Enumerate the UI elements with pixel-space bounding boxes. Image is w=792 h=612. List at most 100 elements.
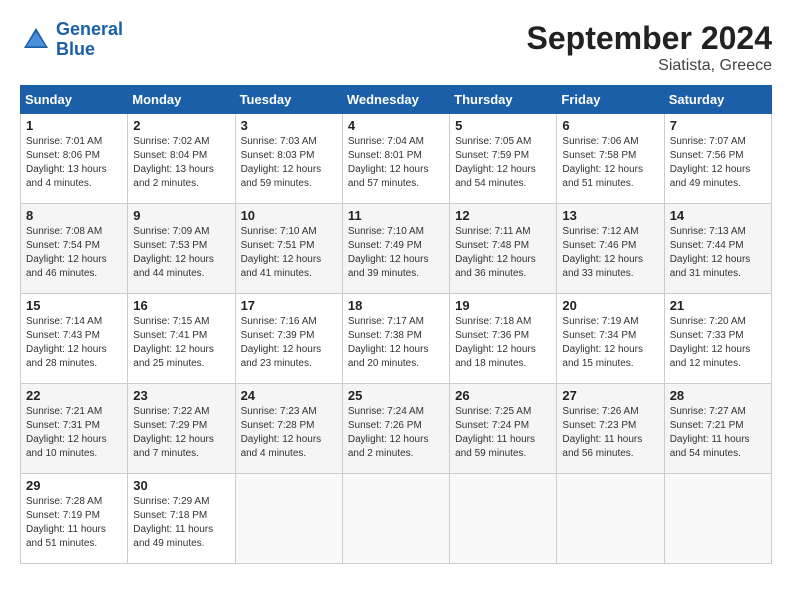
day-detail: Sunrise: 7:15 AM Sunset: 7:41 PM Dayligh… (133, 315, 229, 371)
day-17: 17 Sunrise: 7:16 AM Sunset: 7:39 PM Dayl… (235, 294, 342, 384)
day-11: 11 Sunrise: 7:10 AM Sunset: 7:49 PM Dayl… (342, 204, 449, 294)
day-detail: Sunrise: 7:03 AM Sunset: 8:03 PM Dayligh… (241, 135, 337, 191)
empty-cell (235, 474, 342, 564)
day-21: 21 Sunrise: 7:20 AM Sunset: 7:33 PM Dayl… (664, 294, 771, 384)
day-15: 15 Sunrise: 7:14 AM Sunset: 7:43 PM Dayl… (21, 294, 128, 384)
day-number: 5 (455, 118, 551, 133)
day-9: 9 Sunrise: 7:09 AM Sunset: 7:53 PM Dayli… (128, 204, 235, 294)
week-row-4: 22 Sunrise: 7:21 AM Sunset: 7:31 PM Dayl… (21, 384, 772, 474)
day-26: 26 Sunrise: 7:25 AM Sunset: 7:24 PM Dayl… (450, 384, 557, 474)
day-detail: Sunrise: 7:05 AM Sunset: 7:59 PM Dayligh… (455, 135, 551, 191)
page-header: GeneralBlue September 2024 Siatista, Gre… (20, 20, 772, 75)
day-number: 1 (26, 118, 122, 133)
day-number: 4 (348, 118, 444, 133)
day-detail: Sunrise: 7:12 AM Sunset: 7:46 PM Dayligh… (562, 225, 658, 281)
empty-cell (450, 474, 557, 564)
day-number: 7 (670, 118, 766, 133)
day-number: 9 (133, 208, 229, 223)
day-detail: Sunrise: 7:22 AM Sunset: 7:29 PM Dayligh… (133, 405, 229, 461)
day-detail: Sunrise: 7:10 AM Sunset: 7:51 PM Dayligh… (241, 225, 337, 281)
day-detail: Sunrise: 7:04 AM Sunset: 8:01 PM Dayligh… (348, 135, 444, 191)
day-10: 10 Sunrise: 7:10 AM Sunset: 7:51 PM Dayl… (235, 204, 342, 294)
day-detail: Sunrise: 7:19 AM Sunset: 7:34 PM Dayligh… (562, 315, 658, 371)
day-detail: Sunrise: 7:21 AM Sunset: 7:31 PM Dayligh… (26, 405, 122, 461)
day-24: 24 Sunrise: 7:23 AM Sunset: 7:28 PM Dayl… (235, 384, 342, 474)
day-number: 6 (562, 118, 658, 133)
day-detail: Sunrise: 7:17 AM Sunset: 7:38 PM Dayligh… (348, 315, 444, 371)
day-detail: Sunrise: 7:16 AM Sunset: 7:39 PM Dayligh… (241, 315, 337, 371)
day-detail: Sunrise: 7:13 AM Sunset: 7:44 PM Dayligh… (670, 225, 766, 281)
day-detail: Sunrise: 7:23 AM Sunset: 7:28 PM Dayligh… (241, 405, 337, 461)
day-22: 22 Sunrise: 7:21 AM Sunset: 7:31 PM Dayl… (21, 384, 128, 474)
day-25: 25 Sunrise: 7:24 AM Sunset: 7:26 PM Dayl… (342, 384, 449, 474)
day-detail: Sunrise: 7:27 AM Sunset: 7:21 PM Dayligh… (670, 405, 766, 461)
day-12: 12 Sunrise: 7:11 AM Sunset: 7:48 PM Dayl… (450, 204, 557, 294)
day-number: 18 (348, 298, 444, 313)
day-detail: Sunrise: 7:07 AM Sunset: 7:56 PM Dayligh… (670, 135, 766, 191)
column-headers: Sunday Monday Tuesday Wednesday Thursday… (21, 86, 772, 114)
week-row-1: 1 Sunrise: 7:01 AM Sunset: 8:06 PM Dayli… (21, 114, 772, 204)
day-number: 19 (455, 298, 551, 313)
day-number: 25 (348, 388, 444, 403)
day-detail: Sunrise: 7:18 AM Sunset: 7:36 PM Dayligh… (455, 315, 551, 371)
day-number: 26 (455, 388, 551, 403)
day-23: 23 Sunrise: 7:22 AM Sunset: 7:29 PM Dayl… (128, 384, 235, 474)
day-8: 8 Sunrise: 7:08 AM Sunset: 7:54 PM Dayli… (21, 204, 128, 294)
day-number: 29 (26, 478, 122, 493)
day-5: 5 Sunrise: 7:05 AM Sunset: 7:59 PM Dayli… (450, 114, 557, 204)
day-detail: Sunrise: 7:24 AM Sunset: 7:26 PM Dayligh… (348, 405, 444, 461)
day-detail: Sunrise: 7:14 AM Sunset: 7:43 PM Dayligh… (26, 315, 122, 371)
day-number: 28 (670, 388, 766, 403)
day-number: 24 (241, 388, 337, 403)
day-number: 14 (670, 208, 766, 223)
day-28: 28 Sunrise: 7:27 AM Sunset: 7:21 PM Dayl… (664, 384, 771, 474)
day-detail: Sunrise: 7:20 AM Sunset: 7:33 PM Dayligh… (670, 315, 766, 371)
day-detail: Sunrise: 7:29 AM Sunset: 7:18 PM Dayligh… (133, 495, 229, 551)
day-3: 3 Sunrise: 7:03 AM Sunset: 8:03 PM Dayli… (235, 114, 342, 204)
location-heading: Siatista, Greece (527, 57, 772, 75)
day-1: 1 Sunrise: 7:01 AM Sunset: 8:06 PM Dayli… (21, 114, 128, 204)
day-20: 20 Sunrise: 7:19 AM Sunset: 7:34 PM Dayl… (557, 294, 664, 384)
day-number: 11 (348, 208, 444, 223)
col-friday: Friday (557, 86, 664, 114)
day-number: 12 (455, 208, 551, 223)
day-2: 2 Sunrise: 7:02 AM Sunset: 8:04 PM Dayli… (128, 114, 235, 204)
day-30: 30 Sunrise: 7:29 AM Sunset: 7:18 PM Dayl… (128, 474, 235, 564)
day-27: 27 Sunrise: 7:26 AM Sunset: 7:23 PM Dayl… (557, 384, 664, 474)
day-detail: Sunrise: 7:08 AM Sunset: 7:54 PM Dayligh… (26, 225, 122, 281)
day-detail: Sunrise: 7:11 AM Sunset: 7:48 PM Dayligh… (455, 225, 551, 281)
day-14: 14 Sunrise: 7:13 AM Sunset: 7:44 PM Dayl… (664, 204, 771, 294)
logo-text: GeneralBlue (56, 20, 123, 60)
day-29: 29 Sunrise: 7:28 AM Sunset: 7:19 PM Dayl… (21, 474, 128, 564)
day-number: 23 (133, 388, 229, 403)
logo-icon (20, 24, 52, 56)
day-number: 27 (562, 388, 658, 403)
col-wednesday: Wednesday (342, 86, 449, 114)
day-number: 3 (241, 118, 337, 133)
day-16: 16 Sunrise: 7:15 AM Sunset: 7:41 PM Dayl… (128, 294, 235, 384)
day-6: 6 Sunrise: 7:06 AM Sunset: 7:58 PM Dayli… (557, 114, 664, 204)
col-sunday: Sunday (21, 86, 128, 114)
day-number: 15 (26, 298, 122, 313)
day-13: 13 Sunrise: 7:12 AM Sunset: 7:46 PM Dayl… (557, 204, 664, 294)
day-number: 20 (562, 298, 658, 313)
day-number: 10 (241, 208, 337, 223)
day-7: 7 Sunrise: 7:07 AM Sunset: 7:56 PM Dayli… (664, 114, 771, 204)
empty-cell (342, 474, 449, 564)
month-title: September 2024 Siatista, Greece (527, 20, 772, 75)
day-detail: Sunrise: 7:26 AM Sunset: 7:23 PM Dayligh… (562, 405, 658, 461)
day-number: 13 (562, 208, 658, 223)
day-number: 21 (670, 298, 766, 313)
day-detail: Sunrise: 7:06 AM Sunset: 7:58 PM Dayligh… (562, 135, 658, 191)
week-row-2: 8 Sunrise: 7:08 AM Sunset: 7:54 PM Dayli… (21, 204, 772, 294)
day-detail: Sunrise: 7:25 AM Sunset: 7:24 PM Dayligh… (455, 405, 551, 461)
week-row-3: 15 Sunrise: 7:14 AM Sunset: 7:43 PM Dayl… (21, 294, 772, 384)
col-thursday: Thursday (450, 86, 557, 114)
day-number: 8 (26, 208, 122, 223)
col-tuesday: Tuesday (235, 86, 342, 114)
day-detail: Sunrise: 7:02 AM Sunset: 8:04 PM Dayligh… (133, 135, 229, 191)
day-number: 16 (133, 298, 229, 313)
week-row-5: 29 Sunrise: 7:28 AM Sunset: 7:19 PM Dayl… (21, 474, 772, 564)
day-detail: Sunrise: 7:01 AM Sunset: 8:06 PM Dayligh… (26, 135, 122, 191)
logo: GeneralBlue (20, 20, 123, 60)
